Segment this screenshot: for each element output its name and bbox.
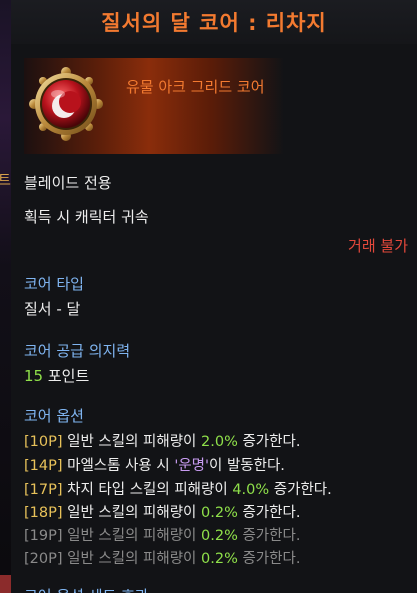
willpower-unit: 포인트	[43, 367, 90, 385]
background-glyph: 트	[0, 173, 11, 189]
option-text: 일반 스킬의 피해량이	[62, 528, 202, 544]
option-suffix: 증가한다.	[237, 551, 301, 567]
option-value: 4.0%	[232, 482, 270, 498]
trade-status: 거래 불가	[348, 237, 408, 255]
item-header: 유물 아크 그리드 코어	[24, 58, 284, 154]
willpower-amount: 15	[24, 367, 44, 385]
option-level: [10P]	[24, 434, 63, 450]
option-suffix: 증가한다.	[237, 528, 301, 544]
set-effect-label: 코어 옵션 세트 효과	[24, 585, 149, 593]
option-suffix: 증가한다.	[237, 434, 301, 450]
core-type-value: 질서 - 달	[24, 300, 81, 318]
background-bar	[0, 575, 11, 593]
option-text: 차지 타입 스킬의 피해량이	[62, 482, 233, 498]
crescent-moon-core-icon	[26, 64, 106, 144]
option-value: 2.0%	[201, 434, 238, 450]
option-level: [19P]	[24, 528, 63, 544]
core-option-row: [18P] 일반 스킬의 피해량이 0.2% 증가한다.	[24, 501, 300, 522]
core-option-row: [19P] 일반 스킬의 피해량이 0.2% 증가한다.	[24, 524, 300, 545]
core-option-row: [14P] 마엘스톰 사용 시 '운명'이 발동한다.	[24, 454, 285, 475]
background-edge: 트	[0, 0, 11, 593]
item-grade: 유물 아크 그리드 코어	[126, 78, 265, 96]
option-suffix: 증가한다.	[237, 505, 301, 521]
core-options-label: 코어 옵션	[24, 407, 84, 425]
class-restriction: 블레이드 전용	[24, 174, 112, 192]
option-value: '운명'	[174, 458, 209, 474]
item-title: 질서의 달 코어 : 리차지	[101, 11, 327, 35]
tooltip-title-bar: 질서의 달 코어 : 리차지	[11, 0, 417, 44]
bind-info: 획득 시 캐릭터 귀속	[24, 208, 149, 226]
option-value: 0.2%	[201, 528, 238, 544]
option-suffix: 이 발동한다.	[209, 458, 285, 474]
option-value: 0.2%	[201, 505, 238, 521]
core-type-label: 코어 타입	[24, 275, 84, 293]
core-option-row: [17P] 차지 타입 스킬의 피해량이 4.0% 증가한다.	[24, 478, 332, 499]
option-level: [17P]	[24, 482, 63, 498]
option-text: 일반 스킬의 피해량이	[62, 551, 202, 567]
option-text: 마엘스톰 사용 시	[62, 458, 175, 474]
option-value: 0.2%	[201, 551, 238, 567]
core-option-row: [20P] 일반 스킬의 피해량이 0.2% 증가한다.	[24, 547, 300, 568]
option-level: [18P]	[24, 505, 63, 521]
option-text: 일반 스킬의 피해량이	[62, 505, 202, 521]
core-option-row: [10P] 일반 스킬의 피해량이 2.0% 증가한다.	[24, 430, 300, 451]
option-suffix: 증가한다.	[269, 482, 332, 498]
willpower-label: 코어 공급 의지력	[24, 342, 131, 360]
option-level: [14P]	[24, 458, 63, 474]
item-tooltip: 질서의 달 코어 : 리차지 유물 아크 그리드 코어 블레이드 전용 획득 시…	[11, 0, 417, 593]
willpower-value: 15 포인트	[24, 365, 89, 386]
option-level: [20P]	[24, 551, 63, 567]
option-text: 일반 스킬의 피해량이	[62, 434, 202, 450]
